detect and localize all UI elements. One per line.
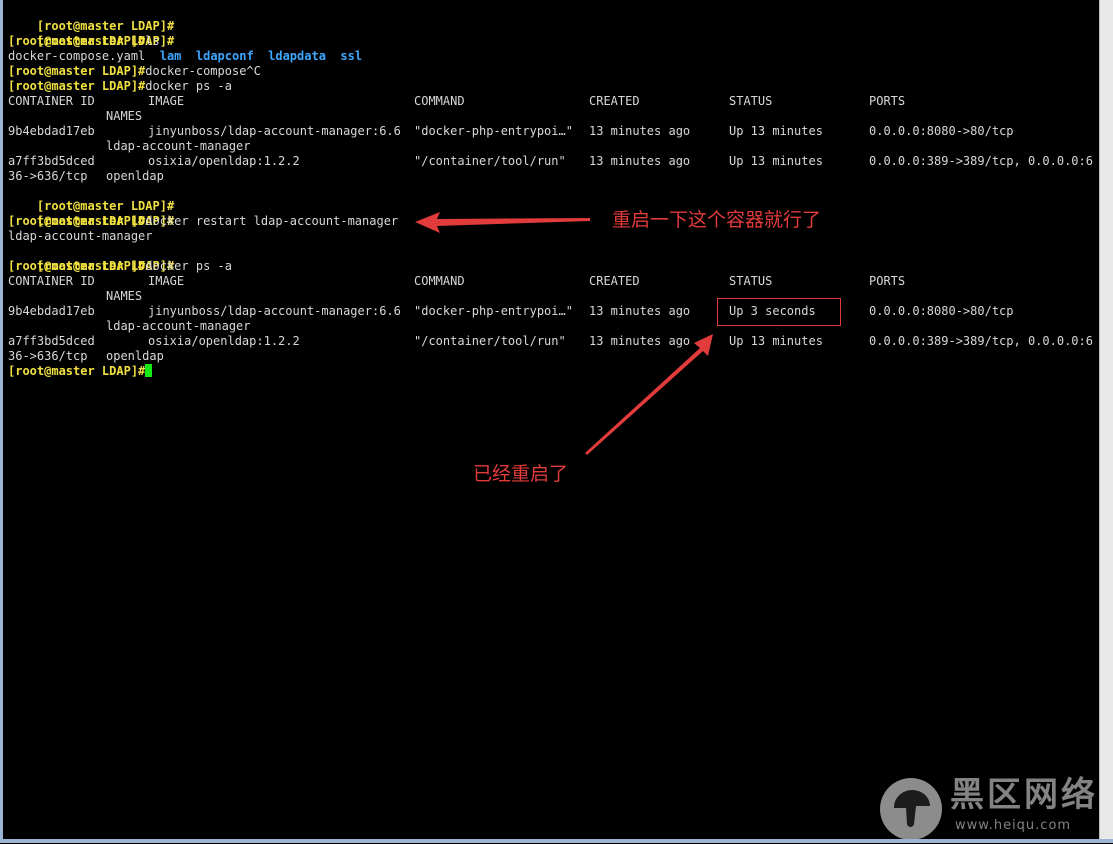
watermark-text: 黑区网络 [950, 775, 1098, 815]
window-frame-bottom [0, 839, 1113, 843]
arrow-restart [415, 212, 590, 233]
annotation-restarted-note: 已经重启了 [473, 463, 569, 485]
annotation-restart-note: 重启一下这个容器就行了 [612, 209, 822, 231]
annotation-arrows [415, 212, 713, 455]
watermark-logo-icon [880, 778, 942, 840]
arrow-restarted [585, 334, 713, 455]
watermark-url: www.heiqu.com [955, 818, 1072, 833]
window-frame-right [1099, 0, 1113, 843]
